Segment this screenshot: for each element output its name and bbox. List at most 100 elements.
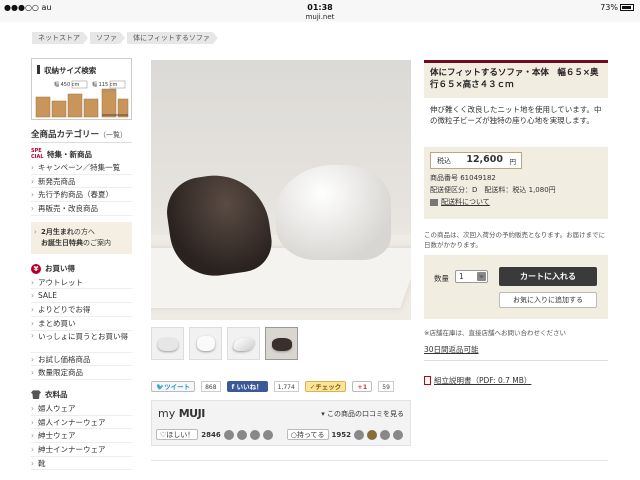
quantity-label: 数量 xyxy=(434,274,449,283)
twitter-icon: 🐦 xyxy=(156,383,165,391)
battery-percent: 73% xyxy=(600,3,618,12)
all-categories-title: 全商品カテゴリー xyxy=(31,130,100,140)
sidebar-item-womens-inner[interactable]: 婦人インナーウェア xyxy=(31,416,132,430)
product-title: 体にフィットするソファ・本体 幅６５×奥行６５×高さ４３ｃｍ xyxy=(424,60,608,98)
avatar[interactable] xyxy=(223,429,234,440)
avatar[interactable] xyxy=(249,429,260,440)
avatar[interactable] xyxy=(393,429,404,440)
sidebar-item-womens-wear[interactable]: 婦人ウェア xyxy=(31,402,132,416)
product-main-image[interactable] xyxy=(151,60,411,320)
price-tax-label: 税込 xyxy=(437,157,451,165)
have-button[interactable]: ○持ってる xyxy=(286,429,329,440)
social-share-bar: 🐦ツイート 868 f いいね！ 1,774 ✓チェック +1 59 xyxy=(151,381,394,392)
sidebar-item-preorder[interactable]: 先行予約商品（春夏） xyxy=(31,188,132,203)
product-number: 商品番号 61049182 xyxy=(430,174,496,182)
avatar[interactable] xyxy=(380,429,391,440)
breadcrumb-sofa[interactable]: ソファ xyxy=(90,32,125,44)
white-sofa-shape xyxy=(276,165,391,260)
all-categories-heading[interactable]: 全商品カテゴリー（一覧） xyxy=(31,128,132,143)
quantity-value: 1 xyxy=(459,272,464,281)
deals-heading-label: お買い得 xyxy=(45,264,75,274)
birthday-benefit-banner[interactable]: 2月生まれの方へ お誕生日特典のご案内 xyxy=(31,221,132,254)
thumbnail-1[interactable] xyxy=(151,327,184,360)
breadcrumb: ネットストア ソファ 体にフィットするソファ xyxy=(32,32,220,44)
reviews-link[interactable]: ▾ この商品の口コミを見る xyxy=(321,409,404,419)
quantity-select[interactable]: 1 xyxy=(455,270,488,283)
like-count: 1,774 xyxy=(273,381,299,392)
battery-indicator: 73% xyxy=(600,3,634,12)
avatar[interactable] xyxy=(367,429,378,440)
truck-icon xyxy=(430,198,438,206)
divider xyxy=(151,460,608,461)
thumbnail-2[interactable] xyxy=(189,327,222,360)
yen-icon: ¥ xyxy=(31,263,41,274)
price-box: 税込 12,600 円 xyxy=(430,152,522,169)
sidebar-item-trial-price[interactable]: お試し価格商品 xyxy=(31,353,132,367)
breadcrumb-fit-sofa[interactable]: 体にフィットするソファ xyxy=(127,32,218,44)
mymuji-reaction-row: ♡ほしい！ 2846 ○持ってる 1952 xyxy=(156,429,404,440)
avatar[interactable] xyxy=(236,429,247,440)
reviews-link-label: この商品の口コミを見る xyxy=(327,410,404,418)
sidebar-item-bundle-deal[interactable]: いっしょに買うとお買い得 xyxy=(31,331,132,353)
sidebar-item-outlet[interactable]: アウトレット xyxy=(31,276,132,290)
avatar[interactable] xyxy=(354,429,365,440)
storage-size-search-banner[interactable]: 収納サイズ検索 幅 450 cm 幅 115 cm xyxy=(31,58,132,120)
special-icon: SPE CIAL xyxy=(31,148,44,160)
sidebar-item-mens-wear[interactable]: 紳士ウェア xyxy=(31,429,132,443)
facebook-like-button[interactable]: f いいね！ xyxy=(226,381,268,392)
storage-banner-width-2: 幅 115 cm xyxy=(92,82,118,88)
have-count: 1952 xyxy=(331,430,352,439)
gplus-count: 59 xyxy=(378,381,394,392)
sidebar-item-resale[interactable]: 再販売・改良商品 xyxy=(31,202,132,216)
thumbnail-4[interactable] xyxy=(265,327,298,360)
want-label: ほしい！ xyxy=(166,431,195,439)
birthday-benefit-label: お誕生日特典 xyxy=(41,238,83,247)
sidebar-item-new-products[interactable]: 新発売商品 xyxy=(31,175,132,189)
mixi-check-button[interactable]: ✓チェック xyxy=(304,381,347,392)
mymuji-logo-my: my xyxy=(158,407,176,420)
check-label: チェック xyxy=(315,383,342,391)
thumbnail-3[interactable] xyxy=(227,327,260,360)
sidebar-item-sale[interactable]: SALE xyxy=(31,289,132,304)
sidebar: 収納サイズ検索 幅 450 cm 幅 115 cm 全商品カテゴリー（一覧） S… xyxy=(31,58,132,471)
price-value: 12,600 xyxy=(466,154,503,165)
sidebar-item-mens-inner[interactable]: 紳士インナーウェア xyxy=(31,443,132,457)
sidebar-item-bulk-buy[interactable]: まとめ買い xyxy=(31,317,132,331)
sidebar-item-shoes[interactable]: 靴 xyxy=(31,457,132,471)
thumbnail-strip xyxy=(151,327,298,360)
special-heading-label: 特集・新商品 xyxy=(47,149,92,159)
product-description: 伸び難くく改良したニット地を使用しています。中の微粒子ビーズが独特の座り心地を実… xyxy=(430,105,602,125)
add-to-favorites-button[interactable]: お気に入りに追加する xyxy=(499,292,597,308)
address-bar[interactable]: muji.net xyxy=(0,13,640,21)
clock: 01:38 xyxy=(307,3,333,12)
price-panel: 税込 12,600 円 商品番号 61049182 配送便区分：D 配送料：税込… xyxy=(424,147,608,219)
birthday-guide-label: のご案内 xyxy=(83,238,111,247)
clothing-heading-label: 衣料品 xyxy=(45,390,68,400)
sidebar-item-pick-deal[interactable]: よりどりでお得 xyxy=(31,303,132,317)
avatar[interactable] xyxy=(262,429,273,440)
tweet-button[interactable]: 🐦ツイート xyxy=(151,381,196,392)
shipping-info: 配送便区分：D 配送料：税込 1,080円 xyxy=(430,186,556,194)
all-categories-list-link[interactable]: （一覧） xyxy=(99,131,127,139)
assembly-manual-link[interactable]: 組立説明書（PDF: 0.7 MB） xyxy=(424,375,531,386)
gplus-button[interactable]: +1 xyxy=(352,381,373,392)
preorder-note: この商品は、次回入荷分の予約販売となります。お届けまでに日数がかかります。 xyxy=(424,231,606,249)
shipping-fee-link[interactable]: 配送料について xyxy=(430,196,602,208)
add-to-cart-button[interactable]: カートに入れる xyxy=(499,267,597,286)
storage-banner-title: 収納サイズ検索 xyxy=(44,66,97,75)
pdf-icon xyxy=(424,376,431,385)
shirt-icon xyxy=(31,390,41,400)
mymuji-panel: my MUJI ▾ この商品の口コミを見る ♡ほしい！ 2846 ○持ってる 1… xyxy=(151,400,411,446)
have-label: 持ってる xyxy=(296,431,325,439)
want-count: 2846 xyxy=(201,430,221,439)
tweet-count: 868 xyxy=(201,381,221,392)
breadcrumb-netstore[interactable]: ネットストア xyxy=(32,32,88,44)
birthday-to-label: の方へ xyxy=(73,227,95,236)
price-unit: 円 xyxy=(509,158,517,166)
sidebar-item-limited[interactable]: 数量限定商品 xyxy=(31,366,132,380)
sidebar-item-campaign[interactable]: キャンペーン／特集一覧 xyxy=(31,161,132,175)
storage-banner-width-1: 幅 450 cm xyxy=(54,82,80,88)
mymuji-logo: my MUJI xyxy=(158,407,205,420)
want-button[interactable]: ♡ほしい！ xyxy=(156,429,199,440)
return-policy-link[interactable]: 30日間返品可能 xyxy=(424,344,479,355)
